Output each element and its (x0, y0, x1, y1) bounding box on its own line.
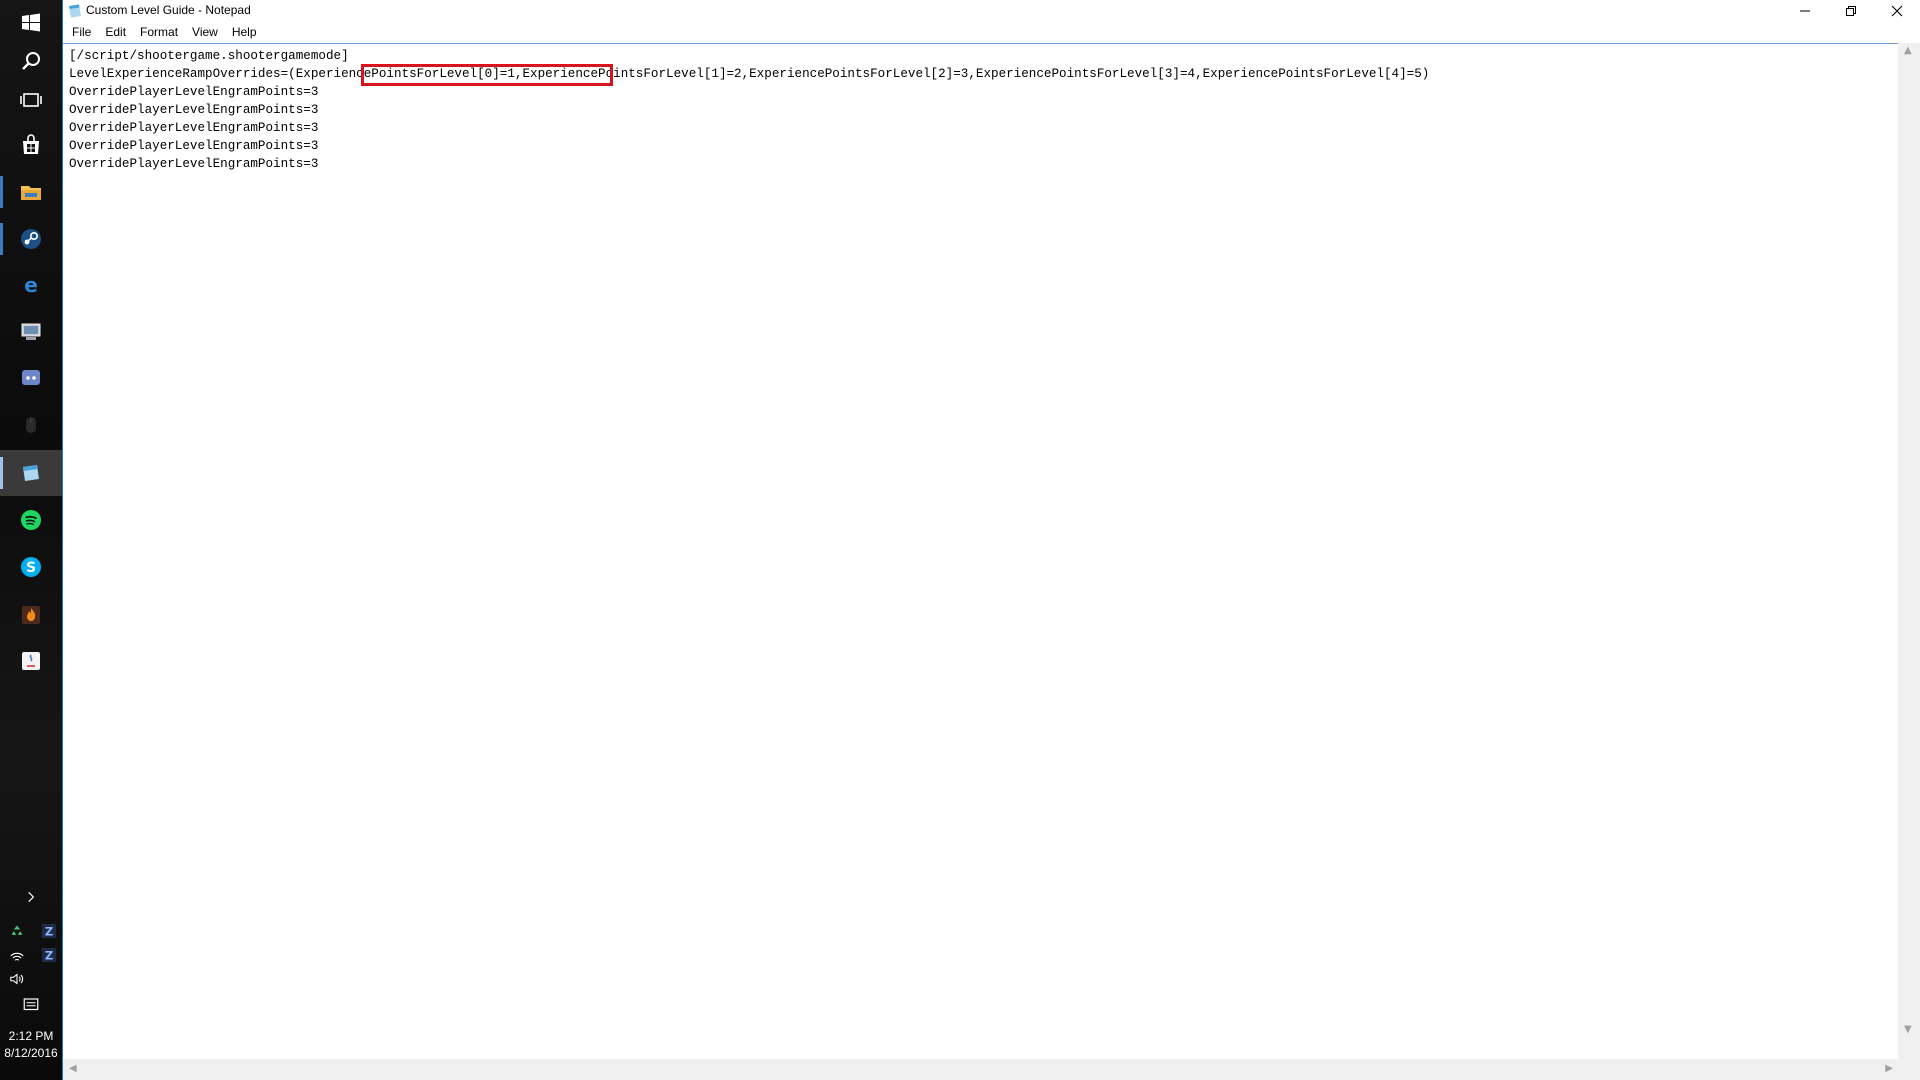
svg-text:Z: Z (45, 948, 53, 962)
svg-text:e: e (24, 273, 38, 297)
svg-text:Z: Z (45, 924, 53, 938)
notepad-window: Custom Level Guide - Notepad File Edit F… (62, 0, 1920, 1080)
chevron-right-icon (28, 891, 35, 903)
taskbar-spotify[interactable] (0, 497, 62, 543)
text-line-5: OverridePlayerLevelEngramPoints=3 (69, 121, 319, 135)
task-view-button[interactable] (0, 77, 62, 123)
scroll-down-arrow-icon[interactable]: ▼ (1904, 1024, 1912, 1035)
menu-help[interactable]: Help (225, 22, 264, 43)
action-center-button[interactable] (0, 990, 62, 1020)
java-icon (22, 652, 40, 670)
tray-app-icon-2[interactable]: Z (40, 922, 58, 940)
restore-button[interactable] (1828, 0, 1874, 22)
clock-date[interactable]: 8/12/2016 (0, 1045, 62, 1061)
scroll-right-arrow-icon[interactable]: ▶ (1885, 1063, 1893, 1074)
steam-icon (21, 229, 41, 249)
search-icon (22, 52, 40, 70)
notification-icon (23, 998, 39, 1011)
menu-edit[interactable]: Edit (98, 22, 133, 43)
edge-icon: e (24, 273, 38, 297)
menu-format[interactable]: Format (133, 22, 185, 43)
text-line-7: OverridePlayerLevelEngramPoints=3 (69, 157, 319, 171)
store-button[interactable] (0, 122, 62, 168)
highlight-annotation-box (361, 64, 613, 86)
restore-icon (1846, 6, 1856, 16)
spotify-icon (21, 510, 41, 530)
tray-volume[interactable] (8, 970, 26, 988)
taskbar-skype[interactable]: S (0, 544, 62, 590)
taskbar-file-explorer[interactable] (0, 169, 62, 215)
taskbar-network-drive[interactable] (0, 309, 62, 355)
minimize-icon (1800, 10, 1810, 12)
notepad-app-icon (69, 4, 81, 18)
text-editor[interactable]: [/script/shootergame.shootergamemode] Lev… (63, 43, 1899, 1059)
menu-file[interactable]: File (65, 22, 98, 43)
task-view-icon (20, 93, 42, 107)
vertical-scrollbar[interactable]: ▲ ▼ (1898, 43, 1920, 1059)
title-bar[interactable]: Custom Level Guide - Notepad (63, 0, 1920, 22)
taskbar-steam[interactable] (0, 216, 62, 262)
horizontal-scrollbar[interactable]: ◀ ▶ (63, 1059, 1899, 1080)
taskbar: e S Z Z 2:12 PM 8/12/2016 (0, 0, 62, 1080)
taskbar-edge[interactable]: e (0, 262, 62, 308)
scroll-left-arrow-icon[interactable]: ◀ (69, 1063, 77, 1074)
menu-bar: File Edit Format View Help (63, 22, 1920, 43)
tray-app-icon-3[interactable]: Z (40, 946, 58, 964)
text-line-6: OverridePlayerLevelEngramPoints=3 (69, 139, 319, 153)
text-line-1: [/script/shootergame.shootergamemode] (69, 49, 349, 63)
taskbar-flame-app[interactable] (0, 592, 62, 638)
close-button[interactable] (1874, 0, 1920, 22)
svg-text:S: S (26, 560, 36, 576)
window-title: Custom Level Guide - Notepad (86, 3, 251, 17)
menu-view[interactable]: View (185, 22, 225, 43)
network-drive-icon (21, 323, 41, 340)
speaker-icon (10, 973, 24, 985)
wifi-icon (10, 952, 24, 961)
z-app-icon: Z (41, 923, 57, 938)
text-line-4: OverridePlayerLevelEngramPoints=3 (69, 103, 319, 117)
clock-time[interactable]: 2:12 PM (0, 1028, 62, 1044)
notepad-icon (23, 465, 39, 481)
editor-text[interactable]: [/script/shootergame.shootergamemode] Lev… (69, 47, 1429, 173)
windows-start-icon (22, 13, 40, 32)
mouse-icon (26, 417, 36, 433)
scroll-up-arrow-icon[interactable]: ▲ (1904, 45, 1912, 56)
file-explorer-icon (21, 186, 41, 200)
z-app-icon-2: Z (41, 947, 57, 962)
store-icon (23, 134, 39, 154)
text-line-3: OverridePlayerLevelEngramPoints=3 (69, 85, 319, 99)
recycle-icon (11, 925, 23, 935)
tray-network[interactable] (8, 946, 26, 964)
skype-icon: S (21, 557, 41, 577)
taskbar-notepad[interactable] (0, 450, 62, 496)
show-hidden-icons-button[interactable] (0, 883, 62, 911)
taskbar-java[interactable] (0, 638, 62, 684)
flame-app-icon (22, 606, 40, 624)
taskbar-mouse-app[interactable] (0, 402, 62, 448)
scrollbar-corner (1898, 1059, 1920, 1080)
text-line-2: LevelExperienceRampOverrides=(Experience… (69, 67, 1430, 81)
tray-app-icon-1[interactable] (8, 922, 26, 940)
discord-icon (22, 370, 40, 385)
taskbar-discord[interactable] (0, 355, 62, 401)
close-icon (1891, 5, 1903, 17)
minimize-button[interactable] (1782, 0, 1828, 22)
